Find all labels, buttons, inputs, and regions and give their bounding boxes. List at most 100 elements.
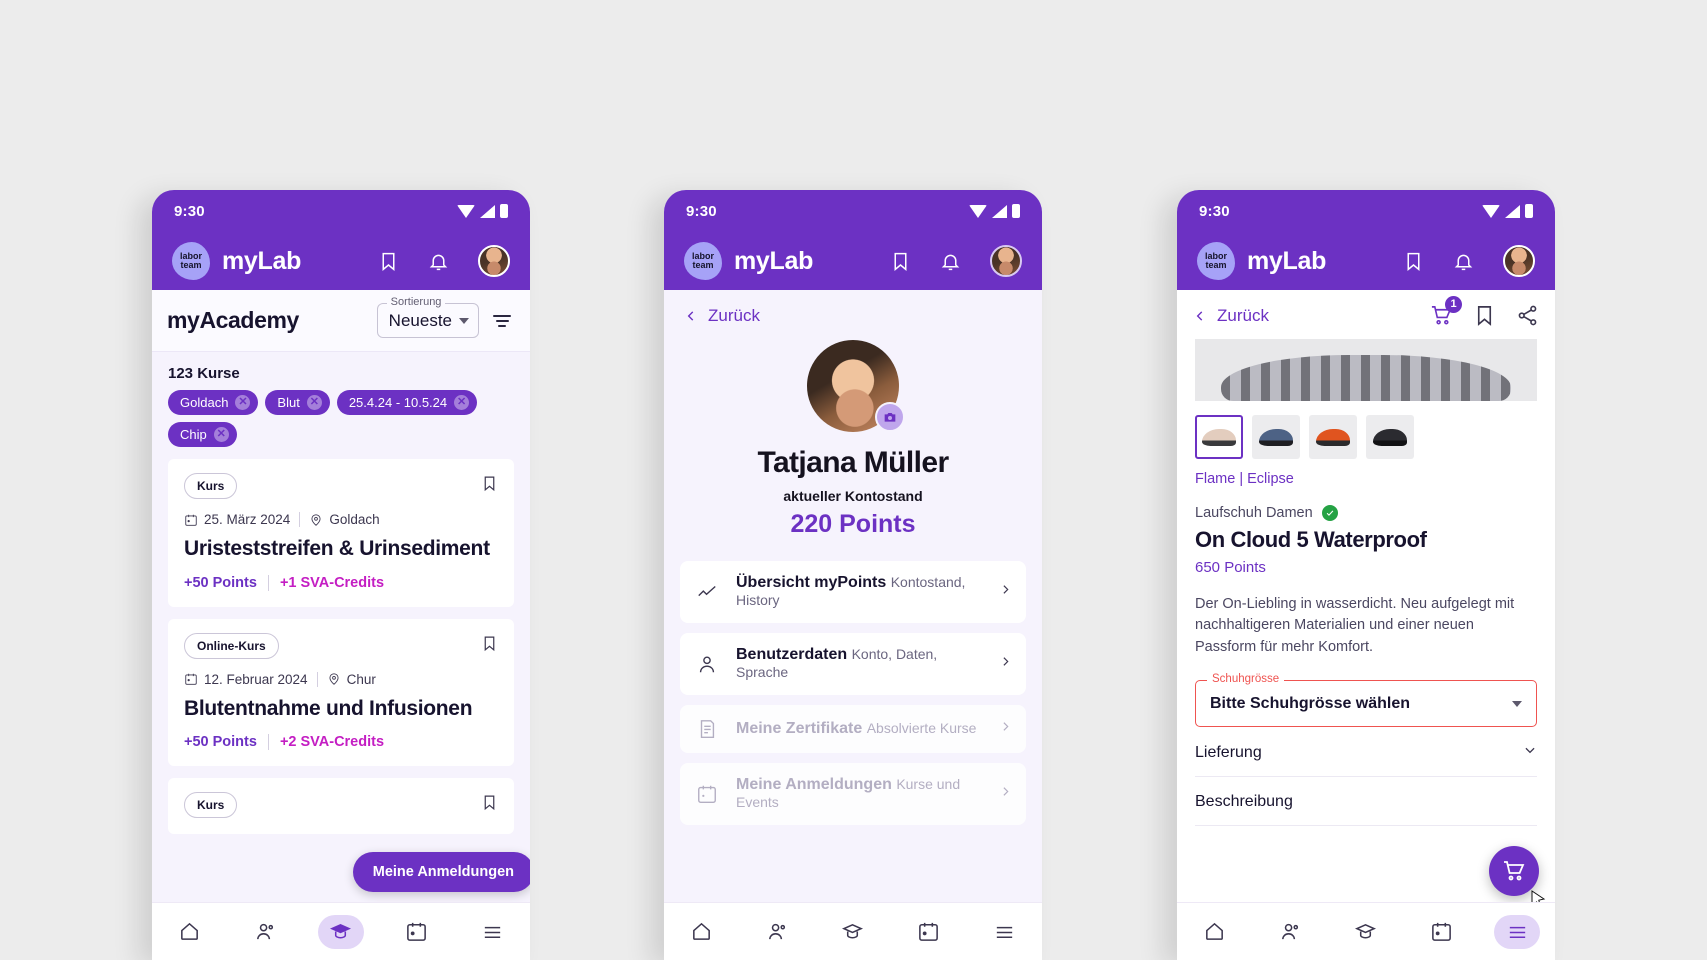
course-card[interactable]: Kurs bbox=[168, 778, 514, 835]
bell-icon[interactable] bbox=[426, 249, 450, 273]
nav-home[interactable] bbox=[1192, 915, 1238, 949]
bookmark-icon[interactable] bbox=[1473, 304, 1496, 327]
status-time: 9:30 bbox=[1199, 202, 1230, 220]
profile-screen: Zurück Tatjana Müller aktueller Kontosta… bbox=[664, 290, 1042, 960]
shoe-size-select[interactable]: Schuhgrösse Bitte Schuhgrösse wählen bbox=[1195, 673, 1537, 728]
share-icon[interactable] bbox=[1516, 304, 1539, 327]
app-bar: labor team myLab bbox=[1177, 232, 1555, 290]
product-thumbnail[interactable] bbox=[1195, 415, 1243, 459]
filter-chip[interactable]: Chip ✕ bbox=[168, 422, 237, 447]
camera-icon[interactable] bbox=[875, 402, 905, 432]
accordion-delivery[interactable]: Lieferung bbox=[1195, 727, 1537, 778]
course-type-badge: Kurs bbox=[184, 473, 238, 499]
course-title: Blutentnahme und Infusionen bbox=[184, 696, 473, 720]
nav-community[interactable] bbox=[754, 915, 800, 949]
bookmark-icon[interactable] bbox=[1401, 249, 1425, 273]
my-registrations-button[interactable]: Meine Anmeldungen bbox=[352, 852, 530, 892]
back-label[interactable]: Zurück bbox=[1217, 306, 1269, 326]
shoe-graphic bbox=[1259, 428, 1293, 446]
profile-avatar[interactable] bbox=[807, 340, 905, 432]
battery-icon bbox=[500, 204, 508, 218]
filter-icon[interactable] bbox=[489, 308, 515, 334]
close-icon[interactable]: ✕ bbox=[213, 427, 229, 442]
accordion-description[interactable]: Beschreibung bbox=[1195, 777, 1537, 827]
nav-home[interactable] bbox=[167, 915, 213, 949]
nav-academy[interactable] bbox=[830, 915, 876, 949]
menu-item-registrations[interactable]: Meine Anmeldungen Kurse und Events bbox=[680, 763, 1026, 825]
bookmark-icon[interactable] bbox=[481, 633, 498, 659]
product-thumbnail[interactable] bbox=[1366, 415, 1414, 459]
logo-line-2: team bbox=[692, 260, 714, 270]
bookmark-icon[interactable] bbox=[376, 249, 400, 273]
course-card-header: Kurs bbox=[184, 473, 498, 499]
app-bar: labor team myLab bbox=[664, 232, 1042, 290]
avatar[interactable] bbox=[990, 245, 1022, 277]
product-thumbnail[interactable] bbox=[1309, 415, 1357, 459]
close-icon[interactable]: ✕ bbox=[454, 395, 470, 410]
add-to-cart-button[interactable] bbox=[1489, 846, 1539, 896]
status-bar: 9:30 bbox=[152, 190, 530, 232]
course-location-text: Goldach bbox=[329, 512, 380, 527]
chevron-left-icon[interactable] bbox=[1193, 309, 1207, 323]
nav-academy[interactable] bbox=[317, 914, 364, 949]
filter-chip[interactable]: 25.4.24 - 10.5.24 ✕ bbox=[336, 390, 478, 415]
course-card[interactable]: Kurs 25. März 2024 Goldach Uristeststrei… bbox=[168, 459, 514, 607]
course-title: Uristeststreifen & Urinsediment bbox=[184, 537, 490, 560]
course-meta: 12. Februar 2024 Chur bbox=[184, 671, 498, 687]
nav-community[interactable] bbox=[1267, 915, 1313, 949]
bottom-navigation bbox=[664, 902, 1042, 960]
bell-icon[interactable] bbox=[938, 249, 962, 273]
course-meta: 25. März 2024 Goldach bbox=[184, 512, 498, 527]
bookmark-icon[interactable] bbox=[888, 249, 912, 273]
menu-item-certificates[interactable]: Meine Zertifikate Absolvierte Kurse bbox=[680, 705, 1026, 753]
nav-academy[interactable] bbox=[1343, 915, 1389, 949]
filter-chip-list: Goldach ✕ Blut ✕ 25.4.24 - 10.5.24 ✕ Chi… bbox=[152, 390, 530, 459]
product-hero-image[interactable] bbox=[1195, 339, 1537, 401]
sort-label: Sortierung bbox=[386, 296, 446, 308]
avatar[interactable] bbox=[478, 245, 510, 277]
bell-icon[interactable] bbox=[1451, 249, 1475, 273]
course-card[interactable]: Online-Kurs 12. Februar 2024 Chur Bluten… bbox=[168, 618, 514, 767]
chevron-down-icon bbox=[1512, 701, 1522, 708]
course-date: 12. Februar 2024 bbox=[184, 672, 308, 687]
location-icon bbox=[329, 673, 339, 686]
menu-item-points-overview[interactable]: Übersicht myPoints Kontostand, History bbox=[680, 561, 1026, 623]
nav-calendar[interactable] bbox=[394, 915, 440, 949]
product-price: 650 Points bbox=[1195, 559, 1266, 576]
nav-home[interactable] bbox=[679, 915, 725, 949]
nav-calendar[interactable] bbox=[1419, 915, 1465, 949]
nav-community[interactable] bbox=[242, 915, 288, 949]
signal-icon bbox=[1505, 204, 1520, 218]
product-thumbnail-list bbox=[1177, 401, 1555, 459]
phone-mockup-profile: 9:30 labor team myLab Zurück Tatjana Mül… bbox=[664, 190, 1042, 960]
bottom-navigation bbox=[1177, 902, 1555, 960]
divider bbox=[267, 734, 269, 751]
nav-menu[interactable] bbox=[469, 915, 515, 949]
filter-chip[interactable]: Goldach ✕ bbox=[168, 390, 259, 415]
avatar[interactable] bbox=[1503, 245, 1535, 277]
bookmark-icon[interactable] bbox=[481, 792, 498, 818]
nav-calendar[interactable] bbox=[906, 915, 952, 949]
profile-name: Tatjana Müller bbox=[757, 446, 949, 479]
close-icon[interactable]: ✕ bbox=[235, 395, 251, 410]
balance-label: aktueller Kontostand bbox=[783, 488, 923, 504]
product-actions: 1 bbox=[1430, 296, 1539, 327]
accordion-label: Lieferung bbox=[1195, 743, 1262, 761]
course-card-header: Online-Kurs bbox=[184, 632, 498, 659]
product-category: Laufschuh Damen bbox=[1195, 505, 1313, 521]
nav-menu[interactable] bbox=[1494, 914, 1541, 949]
bookmark-icon[interactable] bbox=[481, 473, 498, 499]
status-time: 9:30 bbox=[686, 202, 717, 220]
close-icon[interactable]: ✕ bbox=[306, 395, 322, 410]
calendar-icon bbox=[185, 514, 197, 526]
product-thumbnail[interactable] bbox=[1252, 415, 1300, 459]
menu-item-user-data[interactable]: Benutzerdaten Konto, Daten, Sprache bbox=[680, 633, 1026, 695]
filter-chip[interactable]: Blut ✕ bbox=[265, 390, 330, 415]
cart-icon[interactable]: 1 bbox=[1430, 296, 1462, 327]
back-button[interactable]: Zurück bbox=[664, 290, 1042, 332]
laborteam-logo: labor team bbox=[684, 242, 722, 280]
sort-dropdown[interactable]: Sortierung Neueste bbox=[376, 296, 479, 338]
menu-item-title: Übersicht myPoints bbox=[736, 574, 887, 591]
nav-menu[interactable] bbox=[981, 915, 1027, 949]
laborteam-logo: labor team bbox=[172, 242, 210, 280]
